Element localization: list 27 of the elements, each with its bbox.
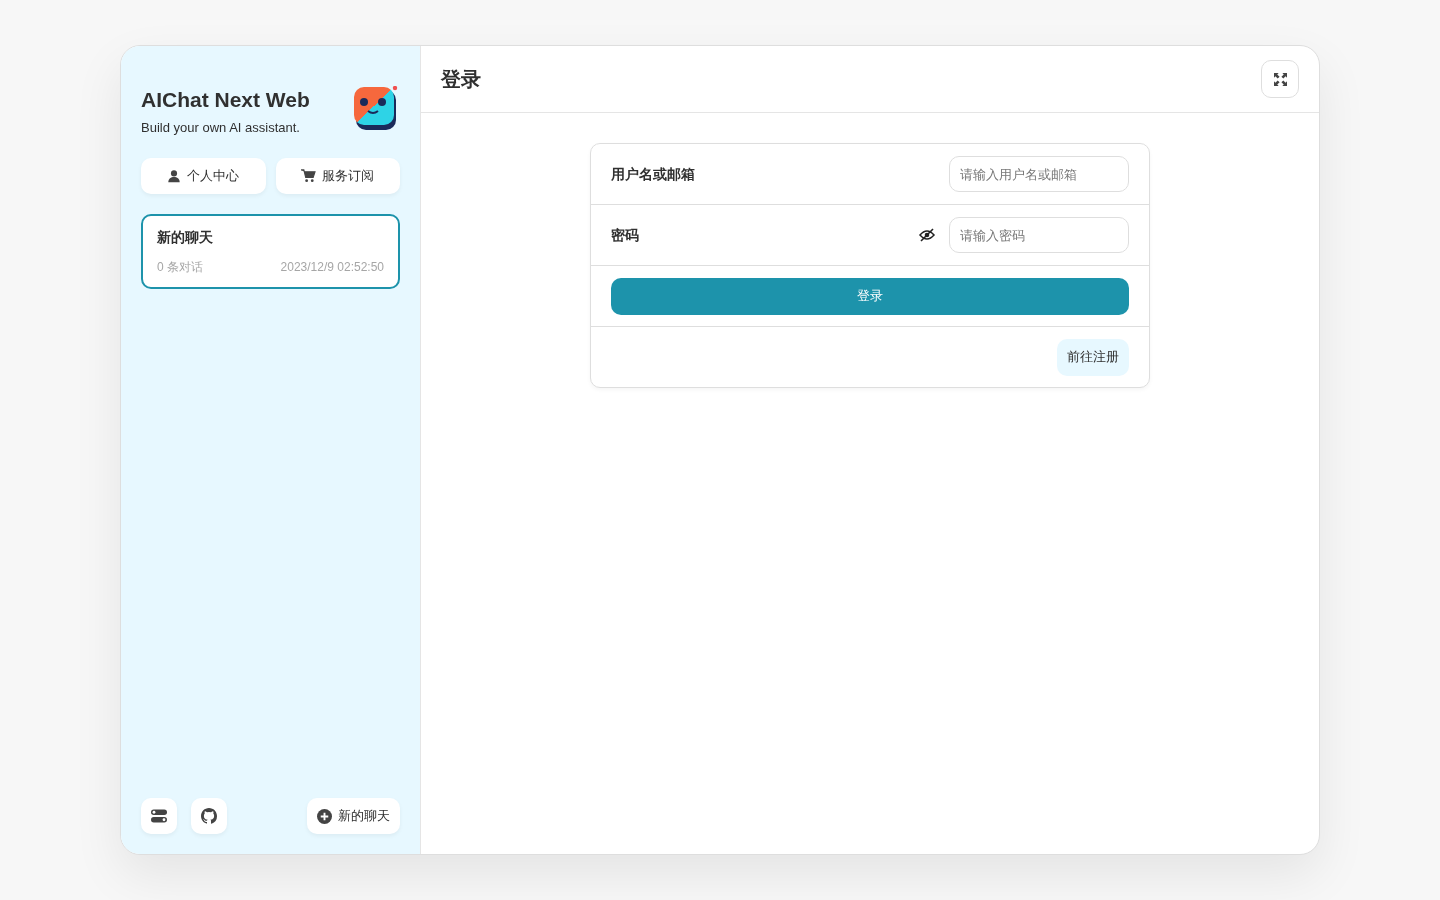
- expand-icon: [1273, 72, 1287, 86]
- app-title: AIChat Next Web: [141, 87, 310, 113]
- chat-item[interactable]: 新的聊天 0 条对话 2023/12/9 02:52:50: [141, 213, 400, 289]
- settings-button[interactable]: [141, 798, 177, 834]
- field-label: 用户名或邮箱: [611, 164, 696, 184]
- login-button[interactable]: 登录: [611, 277, 1129, 315]
- page-title: 登录: [441, 67, 481, 92]
- field-label: 密码: [611, 225, 640, 245]
- chat-count: 0 条对话: [157, 258, 203, 276]
- github-button[interactable]: [191, 798, 227, 834]
- fullscreen-button[interactable]: [1261, 60, 1299, 98]
- github-icon: [201, 808, 217, 824]
- app-subtitle: Build your own AI assistant.: [141, 119, 301, 137]
- sidebar-action-button[interactable]: 服务订阅: [275, 157, 400, 194]
- register-button[interactable]: 前往注册: [1057, 338, 1129, 376]
- input-field[interactable]: 请输入密码: [949, 217, 1129, 253]
- chat-time: 2023/12/9 02:52:50: [280, 258, 384, 276]
- toggles-icon: [151, 809, 167, 823]
- cart-icon: [301, 168, 317, 183]
- hide-password-icon[interactable]: [919, 228, 935, 242]
- sidebar-action-button[interactable]: 个人中心: [141, 157, 266, 194]
- plus-circle-icon: [317, 808, 332, 824]
- user-icon: [167, 168, 182, 183]
- chat-title: 新的聊天: [157, 227, 214, 247]
- robot-logo-icon: [354, 86, 400, 132]
- new-chat-button[interactable]: 新的聊天: [307, 798, 400, 834]
- input-field[interactable]: 请输入用户名或邮箱: [949, 156, 1129, 192]
